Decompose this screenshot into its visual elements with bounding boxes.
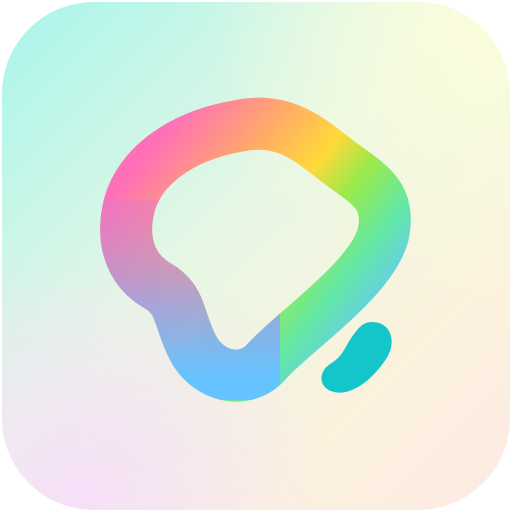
icon-canvas	[0, 0, 512, 512]
background-highlight-bottom	[2, 2, 510, 510]
bell-app-icon	[2, 2, 510, 510]
